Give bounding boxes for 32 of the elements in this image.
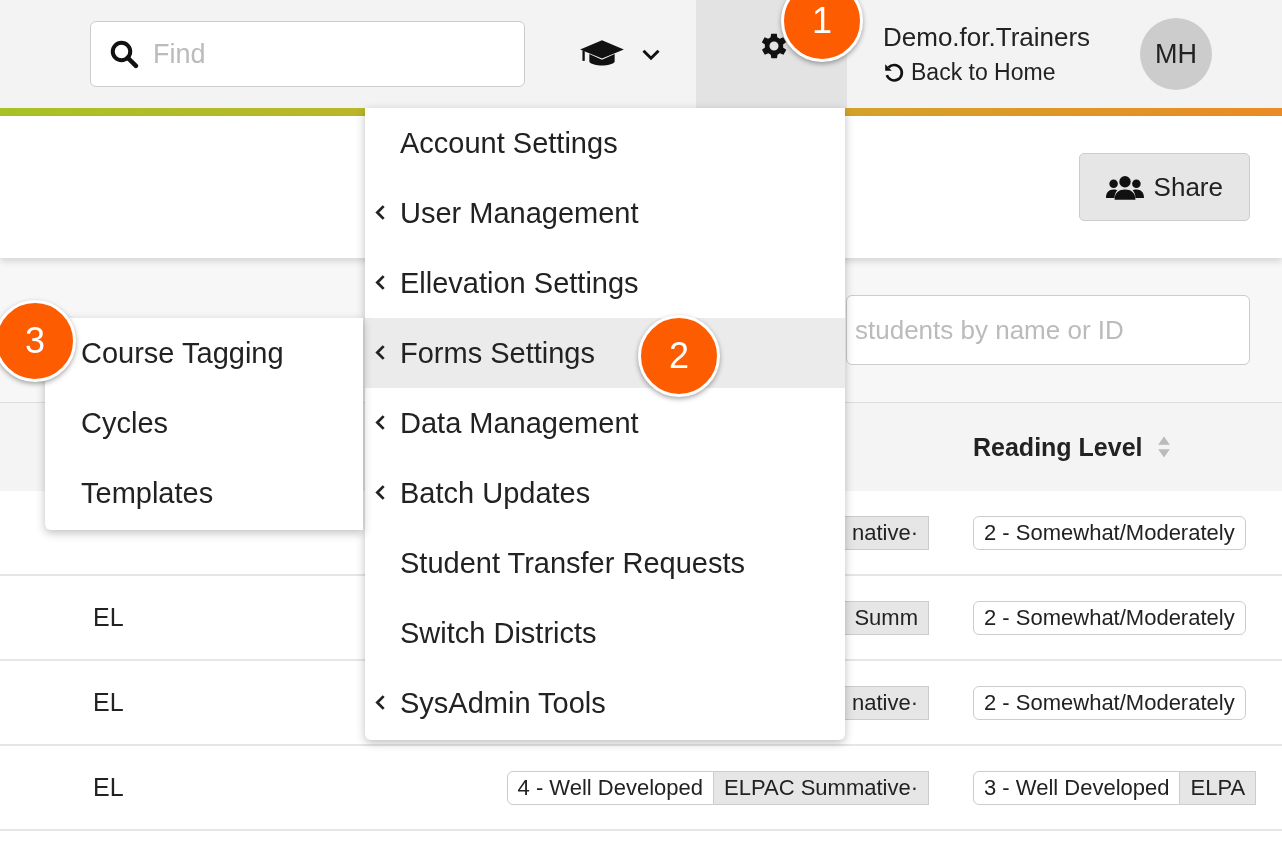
step-marker-tooltip: 2 [638,315,720,397]
users-icon [1105,174,1144,200]
menu-item[interactable]: User Management [365,178,845,248]
share-button[interactable]: Share [1078,153,1250,221]
user-name: Demo.for.Trainers [883,22,1091,53]
search-input[interactable]: Find [151,37,495,71]
chevron-down-icon [641,47,661,61]
menu-item[interactable]: Switch Districts [365,598,845,668]
search-icon [109,39,139,69]
step-marker-tooltip: 1 [781,0,863,62]
tag: ELPA [1180,770,1257,805]
table-cell: EL [93,603,124,631]
tag: 4 - Well Developed [506,770,714,805]
tag: 2 - Somewhat/Moderately [973,600,1246,635]
student-search-field[interactable]: students by name or ID [846,295,1250,365]
column-header[interactable]: Reading Level [929,403,1282,491]
back-to-home-link[interactable]: Back to Home [883,59,1091,86]
table-cell: EL [93,773,124,801]
tag: Summ [844,600,929,635]
table-cell: EL [93,688,124,716]
user-avatar[interactable]: MH [1140,18,1213,90]
menu-item[interactable]: Ellevation Settings [365,248,845,318]
menu-item[interactable]: Cycles [45,388,363,458]
tag: ELPAC Summative· [714,770,929,805]
tag: 3 - Well Developed [973,770,1181,805]
tag: 2 - Somewhat/Moderately [973,515,1246,550]
undo-icon [883,61,905,84]
sort-icon [1156,435,1171,459]
search-field[interactable]: Find [90,21,525,87]
menu-item[interactable]: Templates [45,458,363,528]
menu-item[interactable]: Account Settings [365,108,845,178]
tag: 2 - Somewhat/Moderately [973,685,1246,720]
